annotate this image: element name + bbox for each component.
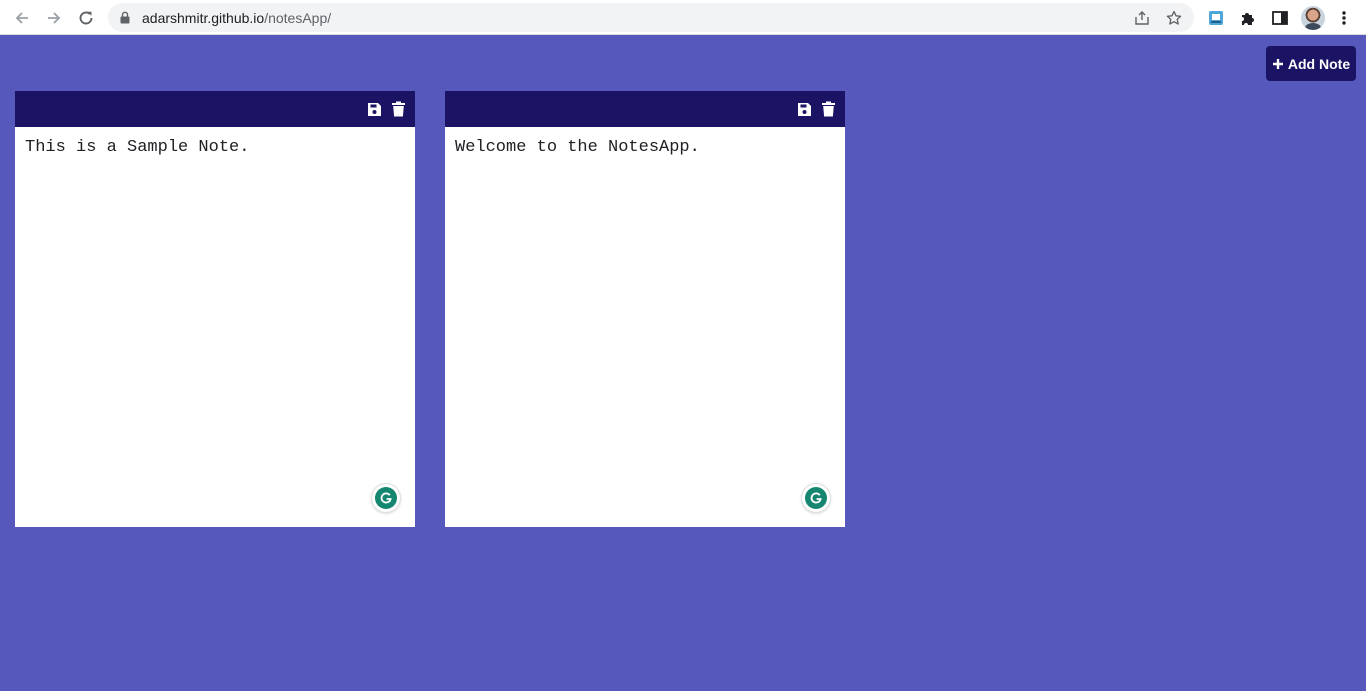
reload-button[interactable] [74,6,98,30]
share-icon [1135,11,1149,25]
url-host: adarshmitr.github.io [142,10,265,26]
plus-icon [1272,58,1283,69]
extension-app-icon [1209,11,1223,25]
note-textarea[interactable]: This is a Sample Note. [15,127,415,527]
arrow-right-icon [48,12,61,24]
extension-button[interactable] [1204,6,1228,30]
save-note-button[interactable] [796,101,812,117]
save-note-button[interactable] [366,101,382,117]
note-card: This is a Sample Note. [15,91,415,527]
note-toolbar [15,91,415,127]
url-path: /notesApp/ [264,10,332,26]
arrow-left-icon [15,12,28,24]
reload-icon [79,11,93,25]
save-icon [367,102,381,116]
forward-button[interactable] [42,6,66,30]
note-toolbar [445,91,845,127]
profile-avatar[interactable] [1301,6,1325,30]
more-vertical-icon [1342,11,1346,25]
url-text: adarshmitr.github.io/notesApp/ [142,10,331,26]
side-panel-button[interactable] [1268,6,1292,30]
delete-note-button[interactable] [820,101,836,117]
side-panel-icon [1272,11,1288,25]
grammarly-icon [375,487,397,509]
bookmark-button[interactable] [1164,8,1184,28]
note-textarea[interactable]: Welcome to the NotesApp. [445,127,845,527]
note-card: Welcome to the NotesApp. [445,91,845,527]
extensions-menu-button[interactable] [1236,6,1260,30]
lock-icon [120,11,130,24]
save-icon [797,102,811,116]
add-note-label: Add Note [1287,55,1351,72]
browser-menu-button[interactable] [1332,6,1356,30]
trash-icon [821,101,835,117]
back-button[interactable] [10,6,34,30]
browser-toolbar: adarshmitr.github.io/notesApp/ [0,0,1366,35]
trash-icon [391,101,405,117]
share-button[interactable] [1132,8,1152,28]
grammarly-button[interactable] [372,484,400,512]
delete-note-button[interactable] [390,101,406,117]
address-bar[interactable]: adarshmitr.github.io/notesApp/ [108,3,1194,32]
grammarly-icon [805,487,827,509]
add-note-button[interactable]: Add Note [1266,46,1356,81]
puzzle-icon [1242,13,1254,25]
star-icon [1166,10,1182,25]
grammarly-button[interactable] [802,484,830,512]
